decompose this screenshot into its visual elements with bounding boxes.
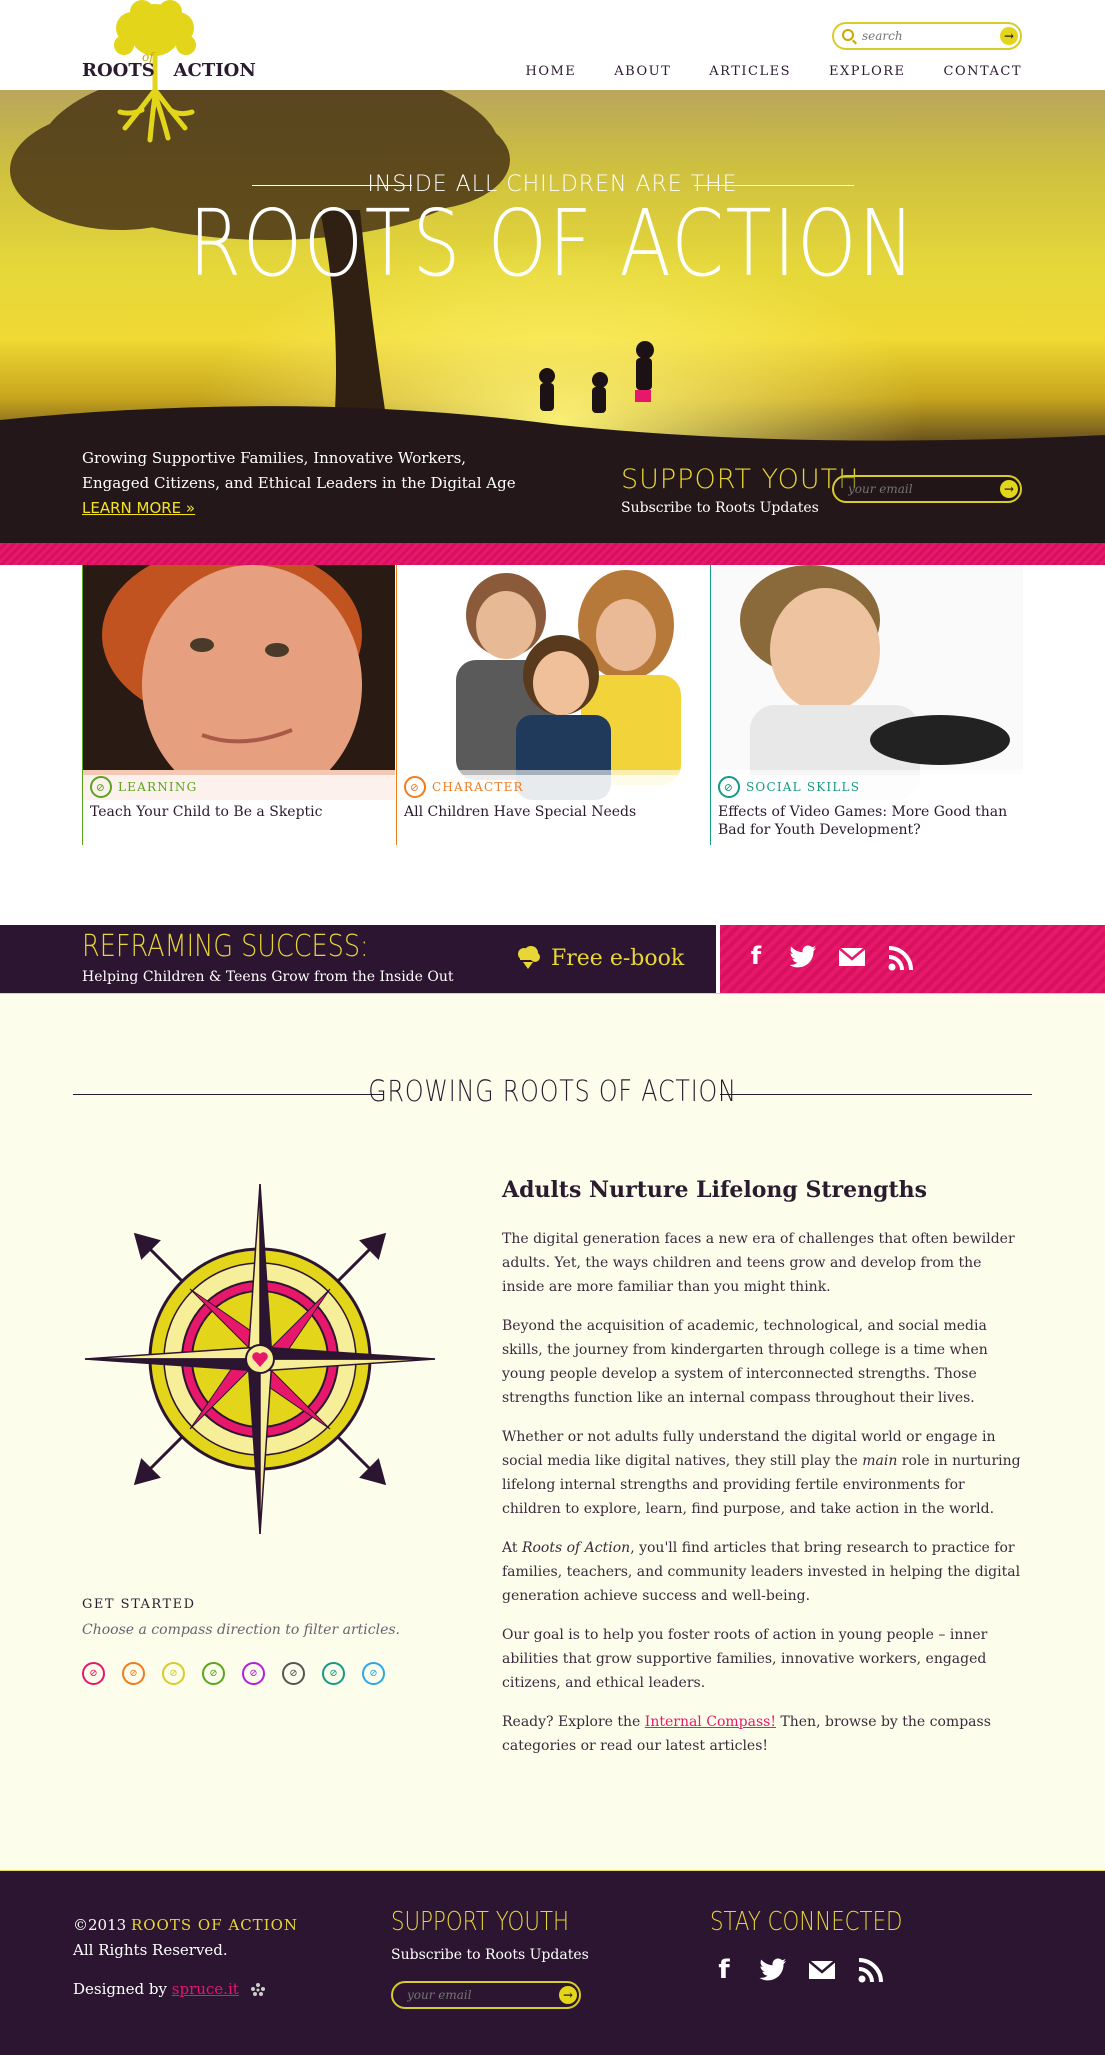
article-card-3[interactable]: ⊘ SOCIAL SKILLS Effects of Video Games: M… [710, 565, 1023, 845]
section-title: GROWING ROOTS OF ACTION [368, 1074, 737, 1108]
article-card-1[interactable]: ⊘ LEARNING Teach Your Child to Be a Skept… [82, 565, 395, 845]
search-icon [842, 29, 854, 41]
footer-rss-icon[interactable] [856, 1957, 886, 1983]
social-bar: f [716, 925, 1105, 993]
nav-home[interactable]: HOME [525, 64, 576, 79]
footer-connect-title: STAY CONNECTED [710, 1907, 903, 1937]
card-accent-2 [396, 565, 397, 845]
free-ebook-link[interactable]: Free e-book [515, 945, 684, 971]
article-paragraph-1: The digital generation faces a new era o… [502, 1231, 1015, 1295]
card-title-1[interactable]: Teach Your Child to Be a Skeptic [90, 803, 380, 821]
article-paragraph-3: Whether or not adults fully understand t… [502, 1429, 1021, 1517]
card-image-3 [710, 565, 1023, 800]
promo-title: REFRAMING SUCCESS: [82, 929, 369, 964]
article-paragraph-5: Our goal is to help you foster roots of … [502, 1627, 988, 1691]
hero-tagline: Growing Supportive Families, Innovative … [82, 449, 516, 517]
article-card-2[interactable]: ⊘ CHARACTER All Children Have Special Nee… [396, 565, 709, 845]
compass-filter-icon-4[interactable]: ⊘ [202, 1662, 225, 1685]
compass-icon: ⊘ [90, 776, 112, 798]
promo-subtitle: Helping Children & Teens Grow from the I… [82, 969, 454, 985]
search-input[interactable] [862, 27, 992, 45]
pink-stripe-divider [0, 543, 1105, 565]
rss-icon[interactable] [886, 945, 916, 971]
compass-filter-icon-6[interactable]: ⊘ [282, 1662, 305, 1685]
email-icon[interactable] [837, 947, 867, 967]
designer-logo-icon [250, 1983, 265, 1996]
growing-roots-section: GROWING ROOTS OF ACTION GET STARTED Choo… [0, 993, 1105, 1870]
nav-articles[interactable]: ARTICLES [709, 64, 791, 79]
compass-direction-filters: ⊘ ⊘ ⊘ ⊘ ⊘ ⊘ ⊘ ⊘ [82, 1662, 385, 1685]
compass-filter-icon-2[interactable]: ⊘ [122, 1662, 145, 1685]
compass-icon: ⊘ [404, 776, 426, 798]
article-paragraph-6: Ready? Explore the Internal Compass! The… [502, 1714, 991, 1754]
search-box[interactable]: → [832, 22, 1022, 50]
footer-rights: All Rights Reserved. [73, 1941, 228, 1959]
get-started-hint: Choose a compass direction to filter art… [82, 1622, 400, 1638]
article-paragraph-2: Beyond the acquisition of academic, tech… [502, 1318, 988, 1406]
article-heading: Adults Nurture Lifelong Strengths [502, 1177, 928, 1203]
internal-compass-icon[interactable] [80, 1179, 440, 1539]
footer-twitter-icon[interactable] [758, 1958, 788, 1982]
compass-filter-icon-3[interactable]: ⊘ [162, 1662, 185, 1685]
footer-support-title: SUPPORT YOUTH [391, 1907, 570, 1937]
search-submit-arrow-icon[interactable]: → [1000, 27, 1018, 45]
card-category-2[interactable]: ⊘ CHARACTER [404, 775, 524, 799]
footer-email-box[interactable]: → [391, 1981, 581, 2009]
main-nav: HOME ABOUT ARTICLES EXPLORE CONTACT [487, 64, 1022, 79]
footer-facebook-icon[interactable]: f [709, 1955, 739, 1985]
card-image-2 [396, 565, 709, 800]
compass-filter-icon-8[interactable]: ⊘ [362, 1662, 385, 1685]
footer-credits: ©2013 ROOTS OF ACTION All Rights Reserve… [73, 1916, 299, 1998]
intro-article: Adults Nurture Lifelong Strengths The di… [502, 1177, 1022, 1773]
hero-support-title: SUPPORT YOUTH [621, 464, 860, 495]
footer-support-subtitle: Subscribe to Roots Updates [391, 1947, 589, 1963]
get-started-label: GET STARTED [82, 1597, 196, 1612]
logo-of-text: of [142, 50, 154, 64]
compass-filter-icon-5[interactable]: ⊘ [242, 1662, 265, 1685]
compass-filter-icon-7[interactable]: ⊘ [322, 1662, 345, 1685]
nav-contact[interactable]: CONTACT [944, 64, 1022, 79]
compass-filter-icon-1[interactable]: ⊘ [82, 1662, 105, 1685]
designer-link[interactable]: spruce.it [172, 1980, 239, 1998]
twitter-icon[interactable] [788, 945, 818, 969]
hero-support-subtitle: Subscribe to Roots Updates [621, 500, 819, 516]
hero-title: ROOTS OF ACTION [188, 190, 917, 297]
card-title-2[interactable]: All Children Have Special Needs [404, 803, 694, 821]
logo-text: ROOTS ACTION [82, 60, 256, 81]
compass-icon: ⊘ [718, 776, 740, 798]
footer-brand: ROOTS OF ACTION [130, 1916, 299, 1934]
article-paragraph-4: At Roots of Action, you'll find articles… [502, 1540, 1021, 1604]
hero-email-input[interactable] [848, 481, 988, 497]
card-category-3[interactable]: ⊘ SOCIAL SKILLS [718, 775, 860, 799]
site-logo[interactable]: ROOTS ACTION of [80, 0, 256, 145]
learn-more-link[interactable]: LEARN MORE » [82, 499, 195, 517]
nav-explore[interactable]: EXPLORE [829, 64, 906, 79]
footer-email-submit-icon[interactable]: → [559, 1986, 577, 2004]
nav-about[interactable]: ABOUT [614, 64, 671, 79]
download-cloud-icon [518, 946, 540, 969]
footer-email-input[interactable] [407, 1987, 547, 2003]
card-category-1[interactable]: ⊘ LEARNING [90, 775, 197, 799]
reframing-success-banner[interactable]: REFRAMING SUCCESS: Helping Children & Te… [0, 925, 716, 993]
facebook-icon[interactable]: f [741, 942, 771, 970]
card-accent-1 [82, 565, 83, 845]
hero-email-box[interactable]: → [832, 475, 1022, 503]
internal-compass-link[interactable]: Internal Compass! [645, 1714, 776, 1730]
card-title-3[interactable]: Effects of Video Games: More Good than B… [718, 803, 1008, 839]
footer-email-icon[interactable] [807, 1960, 837, 1980]
hero-email-submit-icon[interactable]: → [1000, 480, 1018, 498]
card-image-1 [82, 565, 395, 800]
site-footer: ©2013 ROOTS OF ACTION All Rights Reserve… [0, 1870, 1105, 2055]
card-accent-3 [710, 565, 711, 845]
hero-banner: INSIDE ALL CHILDREN ARE THE ROOTS OF ACT… [0, 90, 1105, 543]
